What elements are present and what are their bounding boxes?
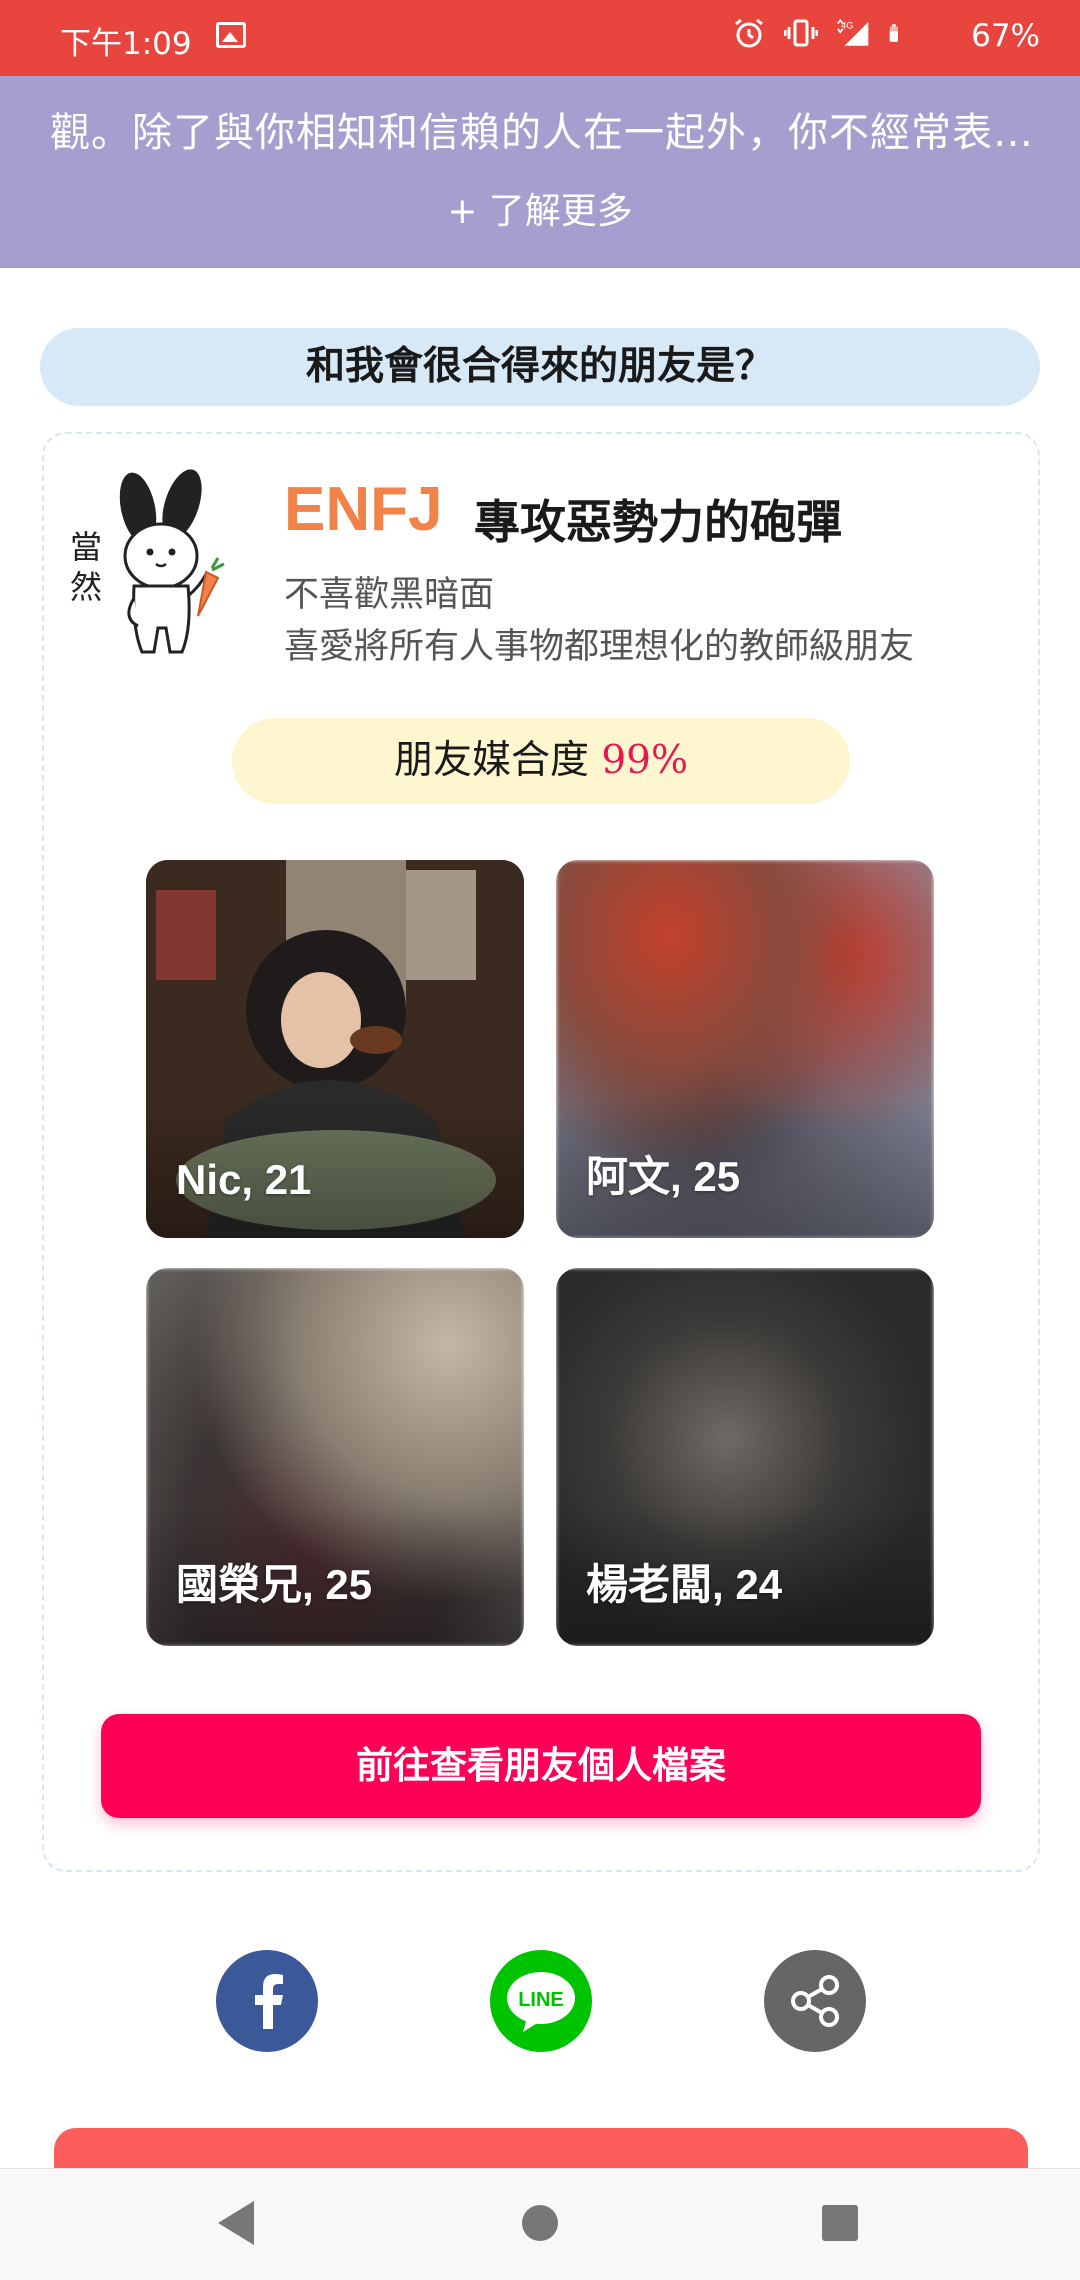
personality-desc-line2: 喜愛將所有人事物都理想化的教師級朋友 xyxy=(284,627,915,667)
friend-name-age: Nic, 21 xyxy=(176,1156,312,1203)
personality-type-code: ENFJ xyxy=(284,475,443,544)
back-icon[interactable] xyxy=(218,2201,254,2245)
signal-4g-icon: 4G xyxy=(837,18,869,46)
alarm-icon xyxy=(735,18,763,48)
share-facebook-button[interactable] xyxy=(216,1950,318,2052)
line-logo-text: LINE xyxy=(518,1989,564,2011)
vibrate-icon xyxy=(784,19,818,47)
section-title: 和我會很合得來的朋友是？ xyxy=(40,328,1040,406)
status-bar: 下午1:09 4G 67% xyxy=(0,0,1080,76)
view-friend-profiles-button[interactable]: 前往查看朋友個人檔案 xyxy=(101,1714,981,1818)
status-icons: 4G xyxy=(732,16,908,50)
friend-card[interactable]: 楊老闆, 24 xyxy=(556,1268,934,1646)
friend-name-age: 阿文, 25 xyxy=(586,1153,741,1200)
share-button[interactable] xyxy=(764,1950,866,2052)
recents-icon[interactable] xyxy=(822,2205,858,2241)
description-text: 觀。除了與你相知和信賴的人在一起外，你不經常表… xyxy=(50,110,1034,156)
personality-desc-line1: 不喜歡黑暗面 xyxy=(284,575,495,615)
match-label: 朋友媒合度 xyxy=(393,738,589,783)
learn-more-link[interactable]: + 了解更多 xyxy=(0,182,1080,234)
battery-icon xyxy=(889,24,898,42)
friend-card[interactable]: 阿文, 25 xyxy=(556,860,934,1238)
facebook-icon xyxy=(255,1974,283,2029)
home-icon[interactable] xyxy=(522,2205,558,2241)
friend-card[interactable]: Nic, 21 xyxy=(146,860,524,1238)
battery-percent: 67% xyxy=(971,18,1040,54)
mascot-caption-2: 然 xyxy=(70,568,102,606)
match-value: 99% xyxy=(601,738,689,783)
image-notification-icon xyxy=(216,22,246,48)
system-nav-bar xyxy=(0,2168,1080,2280)
match-score-pill: 朋友媒合度 99% xyxy=(232,718,850,804)
share-line-button[interactable]: LINE xyxy=(490,1950,592,2052)
bunny-mascot-icon: 當 然 xyxy=(70,469,225,654)
status-time: 下午1:09 xyxy=(60,26,192,62)
friend-name-age: 楊老闆, 24 xyxy=(586,1561,783,1608)
line-icon: LINE xyxy=(507,1972,575,2032)
friend-card[interactable]: 國榮兄, 25 xyxy=(146,1268,524,1646)
personality-type-title: 專攻惡勢力的砲彈 xyxy=(474,495,842,549)
share-icon xyxy=(791,1975,839,2027)
personality-description-banner: 觀。除了與你相知和信賴的人在一起外，你不經常表… + 了解更多 xyxy=(0,76,1080,268)
mascot-caption-1: 當 xyxy=(70,528,102,566)
friend-name-age: 國榮兄, 25 xyxy=(176,1561,373,1608)
